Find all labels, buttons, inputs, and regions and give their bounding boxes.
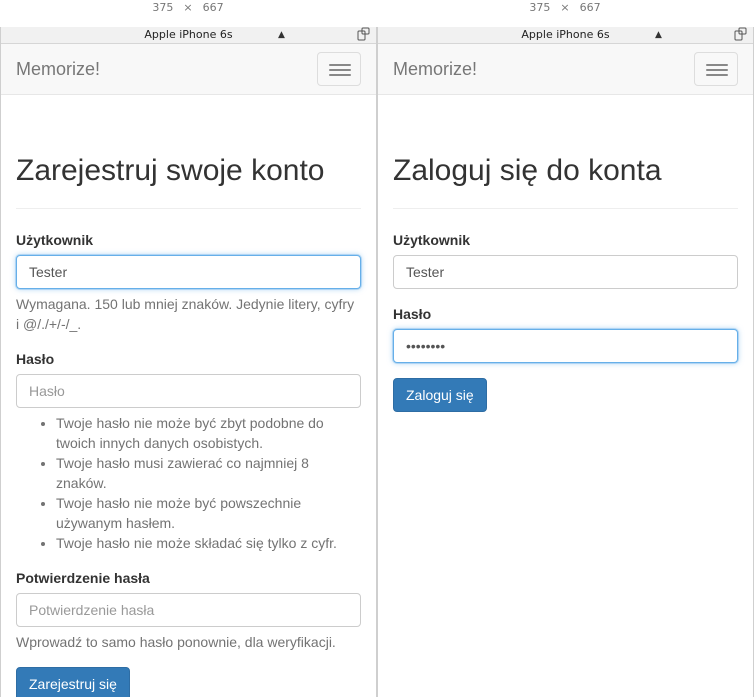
username-input[interactable] [16, 255, 361, 289]
list-item: Twoje hasło nie może być zbyt podobne do… [56, 413, 361, 453]
password-rules-list: Twoje hasło nie może być zbyt podobne do… [16, 413, 361, 553]
list-item: Twoje hasło musi zawierać co najmniej 8 … [56, 453, 361, 493]
device-select-caret-icon[interactable]: ▲ [655, 27, 662, 43]
hamburger-icon-bar [329, 69, 351, 71]
dimension-separator: × [183, 1, 193, 14]
rotate-device-icon[interactable] [733, 27, 747, 41]
hamburger-icon-bar [706, 64, 728, 66]
navbar: Memorize! [1, 44, 376, 95]
confirm-password-group: Potwierdzenie hasła Wprowadź to samo has… [16, 568, 361, 652]
password-group: Hasło Twoje hasło nie może być zbyt podo… [16, 349, 361, 553]
password-label: Hasło [393, 306, 432, 322]
device-model-label: Apple iPhone 6s [144, 28, 233, 41]
username-label: Użytkownik [393, 232, 471, 248]
list-item: Twoje hasło nie może składać się tylko z… [56, 533, 361, 553]
username-group: Użytkownik Wymagana. 150 lub mniej znakó… [16, 230, 361, 334]
device-height-value: 667 [202, 1, 224, 14]
confirm-password-input[interactable] [16, 593, 361, 627]
dimension-separator: × [560, 1, 570, 14]
device-selector[interactable]: Apple iPhone 6s ▲ [1, 27, 376, 44]
username-input[interactable] [393, 255, 738, 289]
device-selector[interactable]: Apple iPhone 6s ▲ [378, 27, 753, 44]
hamburger-icon-bar [706, 69, 728, 71]
navbar-toggle-button[interactable] [694, 52, 738, 86]
device-select-caret-icon[interactable]: ▲ [278, 27, 285, 43]
hamburger-icon-bar [706, 74, 728, 76]
password-label: Hasło [16, 351, 55, 367]
login-device-frame: Apple iPhone 6s ▲ Memorize! Zaloguj się … [377, 27, 754, 697]
hamburger-icon-bar [329, 74, 351, 76]
username-help-text: Wymagana. 150 lub mniej znaków. Jedynie … [16, 296, 355, 332]
page-title: Zaloguj się do konta [393, 95, 738, 209]
navbar-toggle-button[interactable] [317, 52, 361, 86]
register-button[interactable]: Zarejestruj się [16, 667, 130, 697]
rotate-device-icon[interactable] [356, 27, 370, 41]
navbar-brand[interactable]: Memorize! [393, 59, 477, 80]
hamburger-icon-bar [329, 64, 351, 66]
device-model-label: Apple iPhone 6s [521, 28, 610, 41]
username-group: Użytkownik [393, 230, 738, 289]
password-input[interactable] [393, 329, 738, 363]
device-width-value: 375 [529, 1, 551, 14]
password-group: Hasło [393, 304, 738, 363]
navbar: Memorize! [378, 44, 753, 95]
device-height-value: 667 [579, 1, 601, 14]
list-item: Twoje hasło nie może być powszechnie uży… [56, 493, 361, 533]
confirm-password-label: Potwierdzenie hasła [16, 570, 150, 586]
page-title: Zarejestruj swoje konto [16, 95, 361, 209]
username-label: Użytkownik [16, 232, 94, 248]
confirm-password-help-text: Wprowadź to samo hasło ponownie, dla wer… [16, 634, 336, 650]
password-input[interactable] [16, 374, 361, 408]
register-device-frame: Apple iPhone 6s ▲ Memorize! Zarejestruj … [0, 27, 377, 697]
login-button[interactable]: Zaloguj się [393, 378, 487, 412]
device-dimensions-right: 375 × 667 [377, 0, 753, 18]
device-width-value: 375 [152, 1, 174, 14]
navbar-brand[interactable]: Memorize! [16, 59, 100, 80]
device-dimensions-left: 375 × 667 [0, 0, 376, 18]
login-form: Zaloguj się do konta Użytkownik Hasło Za… [378, 95, 753, 412]
register-form: Zarejestruj swoje konto Użytkownik Wymag… [1, 95, 376, 697]
